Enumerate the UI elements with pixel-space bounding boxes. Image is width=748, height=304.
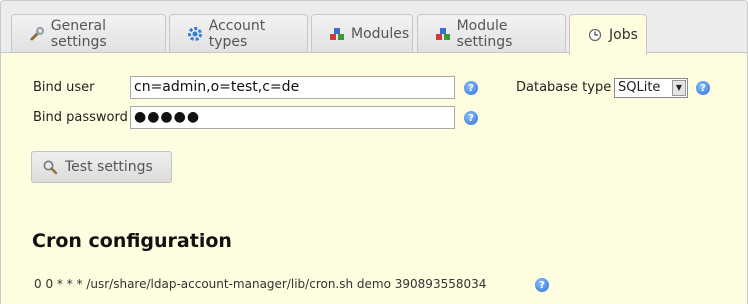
bind-user-input[interactable]: cn=admin,o=test,c=de: [130, 76, 455, 99]
tab-module-settings[interactable]: Module settings: [417, 14, 566, 53]
bind-password-label: Bind password: [33, 110, 128, 125]
tab-modules[interactable]: Modules: [311, 14, 413, 53]
tab-jobs[interactable]: Jobs: [569, 14, 647, 55]
magnifier-icon: [42, 159, 58, 175]
test-settings-label: Test settings: [65, 159, 153, 175]
chevron-down-icon: ▼: [672, 80, 686, 96]
help-icon[interactable]: ?: [696, 81, 710, 95]
modules-icon: [328, 25, 346, 43]
tab-label: Account types: [208, 18, 266, 50]
bind-user-label: Bind user: [33, 80, 95, 95]
tab-label: Modules: [351, 26, 410, 42]
gear-icon: [186, 25, 204, 43]
database-type-select[interactable]: SQLite ▼: [614, 78, 688, 98]
tab-label: General settings: [50, 18, 107, 50]
tab-bar: General settings Account types Modules M…: [0, 0, 748, 55]
help-icon[interactable]: ?: [464, 81, 478, 95]
cron-command: 0 0 * * * /usr/share/ldap-account-manage…: [34, 277, 487, 291]
tab-account-types[interactable]: Account types: [169, 14, 308, 53]
clock-icon: [586, 26, 604, 44]
cron-heading: Cron configuration: [32, 230, 232, 252]
wrench-icon: [28, 25, 46, 43]
tab-label: Jobs: [609, 27, 638, 43]
tab-label: Module settings: [456, 18, 513, 50]
test-settings-button[interactable]: Test settings: [31, 151, 172, 183]
jobs-panel: Bind user cn=admin,o=test,c=de ? Databas…: [0, 52, 748, 304]
help-icon[interactable]: ?: [464, 111, 478, 125]
bind-password-input[interactable]: ●●●●●: [130, 106, 455, 129]
help-icon[interactable]: ?: [535, 278, 549, 292]
module-settings-icon: [434, 25, 452, 43]
database-type-label: Database type: [516, 80, 612, 95]
database-type-value: SQLite: [618, 80, 661, 95]
tab-general-settings[interactable]: General settings: [11, 14, 166, 53]
